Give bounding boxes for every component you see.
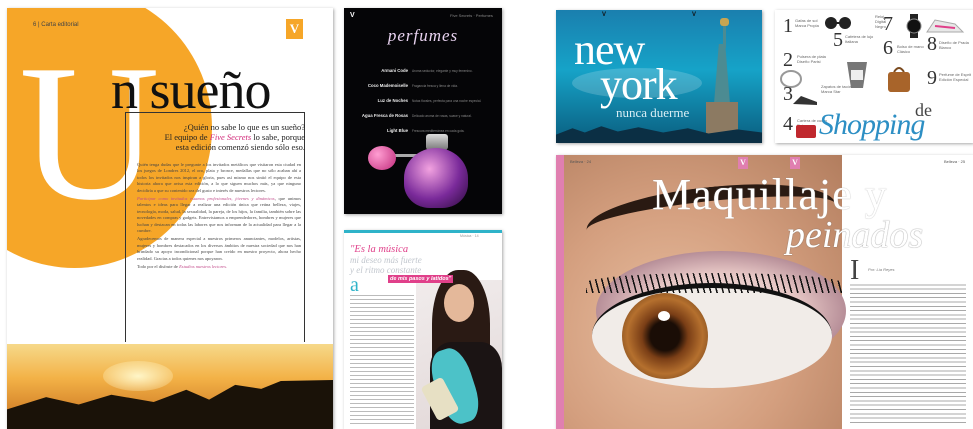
wallet-icon	[796, 125, 816, 138]
accent-bar	[344, 230, 502, 233]
item-label: Bolso de mano Clásico	[897, 44, 924, 54]
handbag-icon	[888, 67, 910, 92]
item-number: 4	[783, 113, 793, 135]
sun-glow	[103, 361, 173, 391]
logo-badge: V	[692, 12, 697, 18]
photo-face	[444, 284, 474, 322]
body-text-column	[850, 281, 966, 425]
frame-line-top	[125, 112, 305, 113]
pull-quote-highlight: de mis pasos y latidos"	[388, 275, 454, 283]
pull-quote-line: "Es la música	[350, 244, 409, 255]
item-label: Perfume de Esprit Edición Especial	[939, 72, 972, 82]
coffee-maker-icon	[847, 62, 867, 88]
magazine-page-perfumes: V Five Secrets · Perfumes perfumes Arman…	[344, 8, 502, 214]
list-item: Light Blue Frescura mediterránea en cada …	[386, 128, 465, 133]
magazine-page-un-sueno: U 6 | Carta editorial V n sueño ¿Quién n…	[7, 8, 333, 429]
item-number: 1	[783, 15, 793, 37]
magazine-page-maquillaje: Belleza · 24 Belleza · 25 V V Maquillaje…	[556, 155, 973, 429]
magazine-page-music: Música · 14 "Es la música mi deseo más f…	[344, 230, 502, 429]
lead-paragraph: ¿Quién no sabe lo que es un sueño? El eq…	[164, 122, 305, 152]
item-label: Pulsera de plata Diseño Parisi	[797, 54, 826, 64]
item-number: 8	[927, 33, 937, 55]
body-text-column	[350, 292, 414, 424]
logo-badge: V	[602, 12, 607, 18]
item-label: Reloj Digital Negro	[875, 14, 887, 29]
page-header: Música · 14	[460, 234, 479, 238]
item-label: Diseño de Prada Blanco	[939, 40, 969, 50]
item-number: 6	[883, 37, 893, 59]
sunglasses-icon	[825, 17, 851, 29]
pull-quote-line: y el ritmo constante	[350, 265, 422, 275]
item-number: 2	[783, 49, 793, 71]
perfume-bottle	[404, 148, 468, 208]
statue-of-liberty	[714, 44, 730, 104]
frame-line-left	[125, 112, 126, 342]
photo-eye-highlight	[658, 311, 670, 321]
page-title: Maquillaje y	[652, 170, 888, 219]
list-item: Agua Fresca de Rosas Delicado aroma de ro…	[361, 113, 472, 118]
accent-bar	[556, 155, 564, 429]
photo-iris	[622, 293, 708, 379]
logo-badge: V	[350, 12, 355, 19]
list-item: Armani Code Aroma seductor, elegante y mu…	[381, 68, 473, 73]
shoe-icon	[793, 96, 817, 105]
list-item: Coco Mademoiselle Fragancia fresca y llen…	[367, 83, 458, 88]
page-title: n sueño	[111, 60, 271, 120]
logo-badge: V	[286, 19, 303, 39]
list-item: Luz de Noches Notas florales, perfecta pa…	[377, 98, 482, 103]
watch-icon	[906, 14, 922, 38]
body-text: Quién tenga dudas que le pregunte a los …	[137, 162, 301, 270]
magazine-page-shopping: 1 Gafas de sol Marca Propia 2 Pulsera de…	[775, 10, 973, 143]
page-title: Shopping	[819, 108, 925, 141]
sneaker-icon	[926, 19, 965, 33]
item-label: Cafetera de lujo Italiana	[845, 34, 874, 44]
logo-badge: V	[790, 157, 800, 169]
pull-quote-line: mi deseo más fuerte	[350, 255, 422, 265]
logo-badge: V	[738, 157, 748, 169]
perfume-list: Armani Code Aroma seductor, elegante y mu…	[352, 63, 498, 138]
page-header: Belleza · 24	[570, 159, 592, 164]
magazine-page-new-york: V V new york nunca duerme	[556, 10, 762, 143]
statue-torch	[720, 18, 729, 26]
item-number: 5	[833, 29, 843, 51]
page-header: 6 | Carta editorial	[33, 22, 79, 28]
item-number: 9	[927, 67, 937, 89]
page-header: Five Secrets · Perfumes	[450, 13, 493, 18]
page-title-line-2: peinados	[786, 214, 924, 256]
page-header: Belleza · 25	[944, 159, 966, 164]
atomizer-bulb	[368, 146, 396, 170]
page-title-word: york	[600, 60, 678, 109]
page-title: perfumes	[387, 26, 459, 45]
photo-eyelashes	[586, 273, 842, 293]
author-byline: Por: Lía Reyes	[868, 267, 895, 272]
page-subtitle: nunca duerme	[616, 105, 690, 120]
